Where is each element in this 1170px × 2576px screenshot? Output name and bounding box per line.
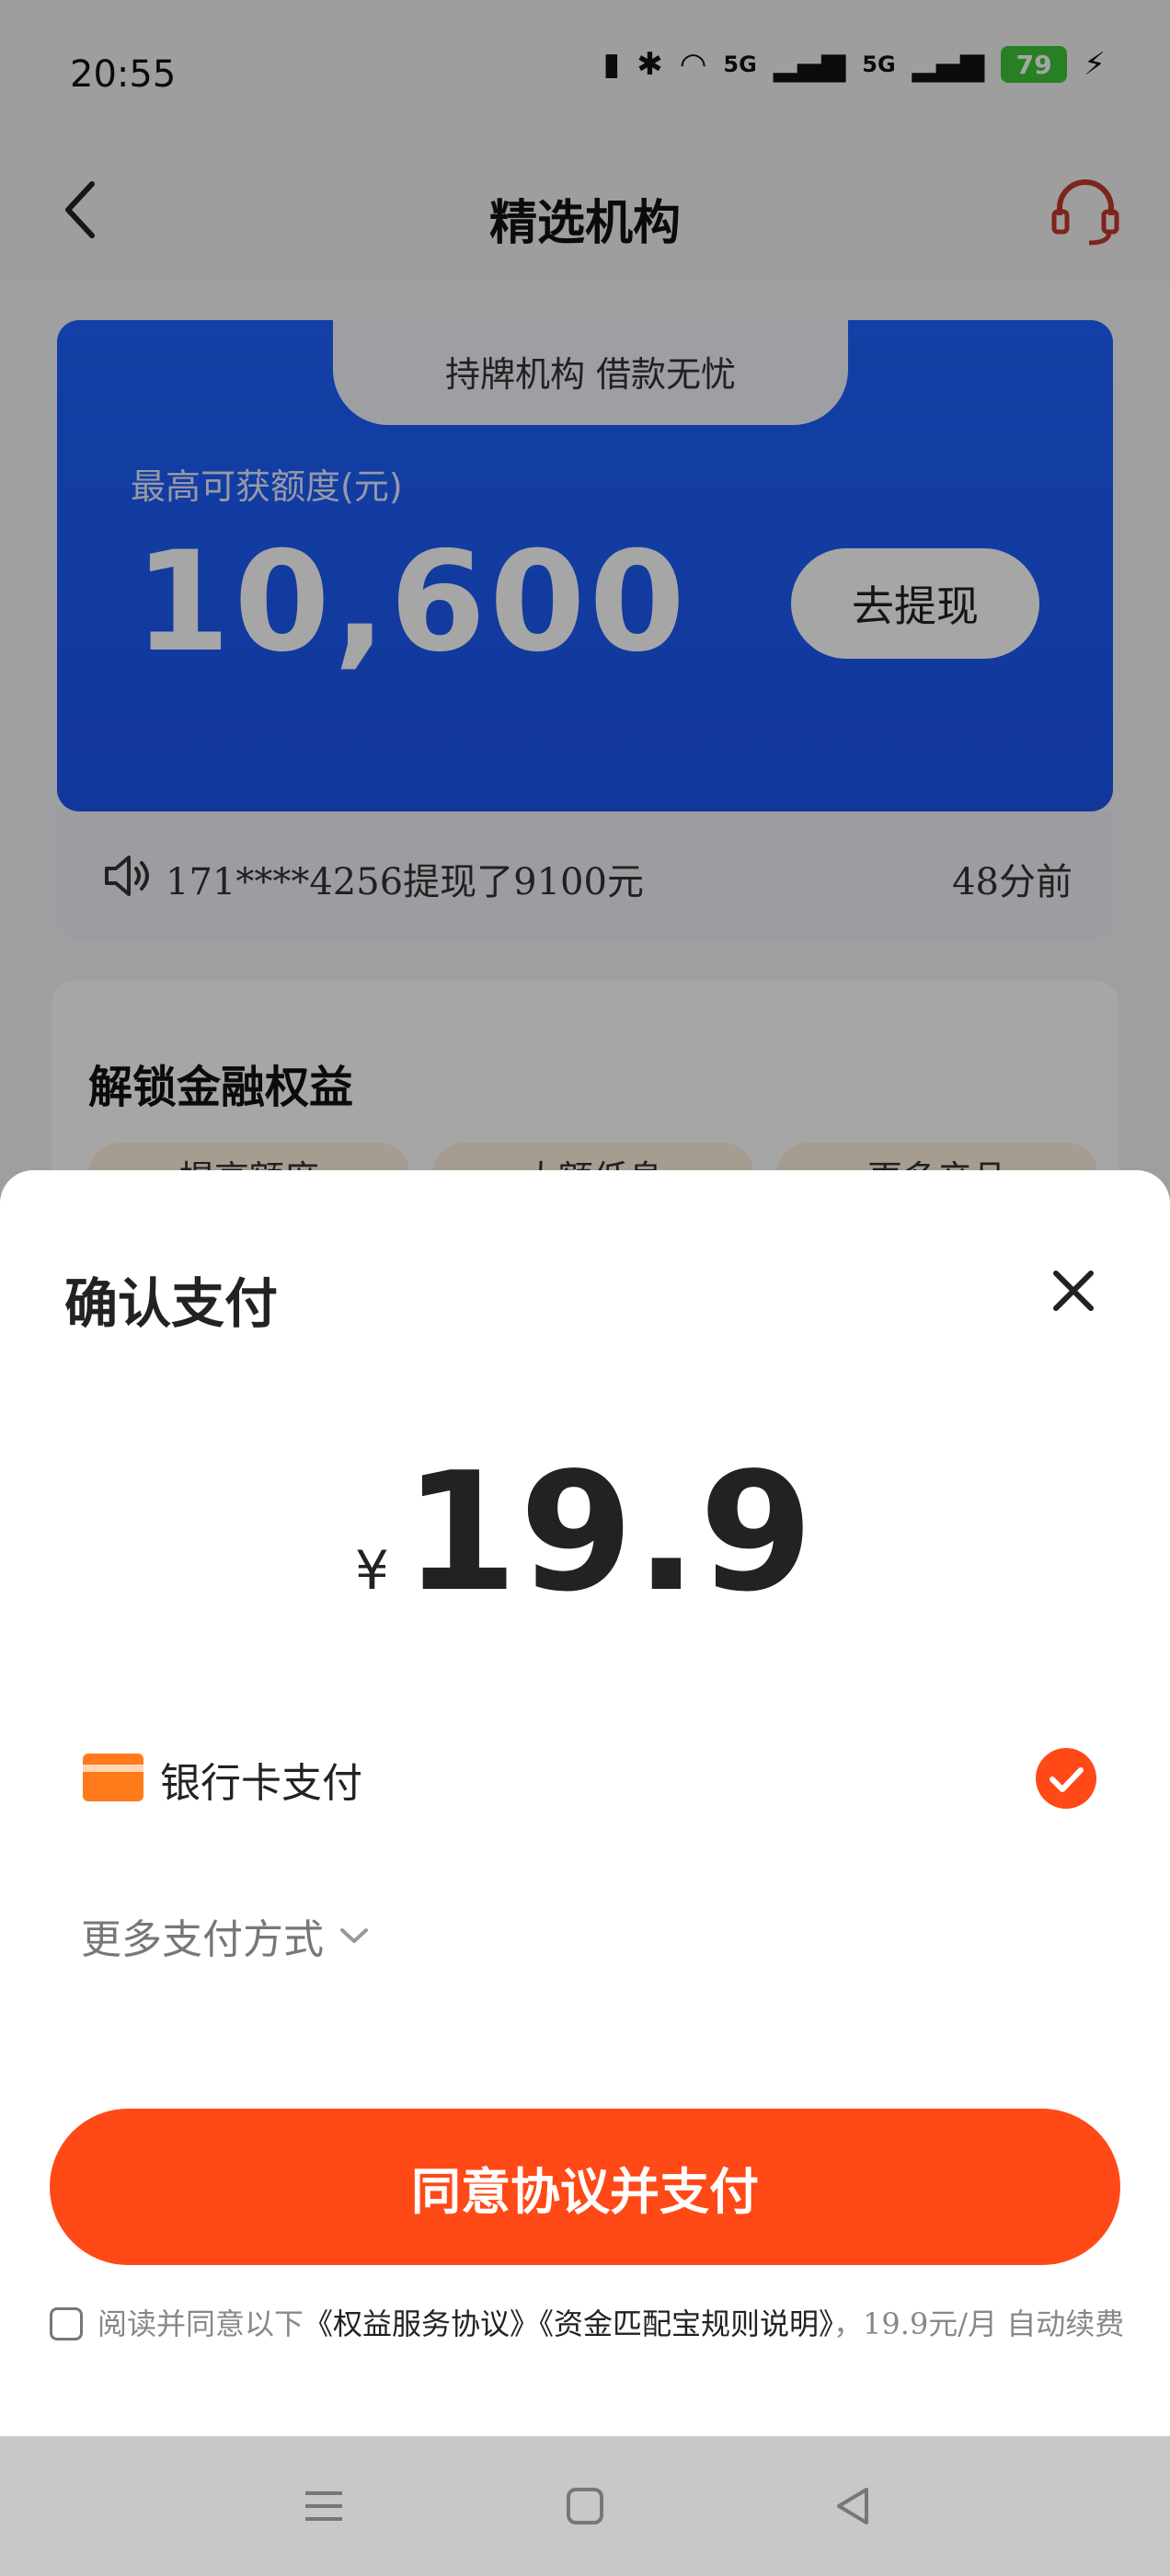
amount-value: 19.9 xyxy=(403,1437,816,1627)
close-icon xyxy=(1053,1271,1094,1311)
close-button[interactable] xyxy=(1041,1259,1106,1323)
bank-card-icon xyxy=(83,1754,143,1801)
bank-card-option[interactable]: 银行卡支付 xyxy=(83,1733,1096,1825)
payment-sheet: 确认支付 ¥19.9 银行卡支付 更多支付方式 同意协议并支付 阅读并同意以下《… xyxy=(0,1170,1170,2436)
more-payment-label: 更多支付方式 xyxy=(81,1916,324,1963)
agreement-text: 阅读并同意以下《权益服务协议》《资金匹配宝规则说明》，19.9元/月 自动续费 xyxy=(50,2302,1126,2346)
home-icon[interactable] xyxy=(556,2477,614,2536)
agreement-prefix: 阅读并同意以下 xyxy=(98,2306,304,2341)
agreement-checkbox[interactable] xyxy=(50,2307,83,2340)
agree-and-pay-button[interactable]: 同意协议并支付 xyxy=(50,2109,1120,2265)
chevron-down-icon xyxy=(340,1928,368,1943)
more-payment-methods[interactable]: 更多支付方式 xyxy=(81,1906,370,1965)
currency-symbol: ¥ xyxy=(354,1539,389,1602)
agreement-suffix: ，19.9元/月 自动续费 xyxy=(833,2306,1125,2341)
selected-check-icon xyxy=(1036,1748,1096,1809)
rules-link[interactable]: 《资金匹配宝规则说明》 xyxy=(539,2306,833,2341)
service-agreement-link[interactable]: 《权益服务协议》 xyxy=(304,2306,539,2341)
menu-icon[interactable] xyxy=(294,2477,353,2536)
system-nav-bar xyxy=(0,2436,1170,2576)
payment-amount: ¥19.9 xyxy=(0,1437,1170,1627)
bank-card-label: 银行卡支付 xyxy=(160,1760,362,1807)
sheet-title: 确认支付 xyxy=(64,1272,279,1335)
agreement-row: 阅读并同意以下《权益服务协议》《资金匹配宝规则说明》，19.9元/月 自动续费 xyxy=(50,2302,1126,2346)
back-icon[interactable] xyxy=(824,2477,883,2536)
